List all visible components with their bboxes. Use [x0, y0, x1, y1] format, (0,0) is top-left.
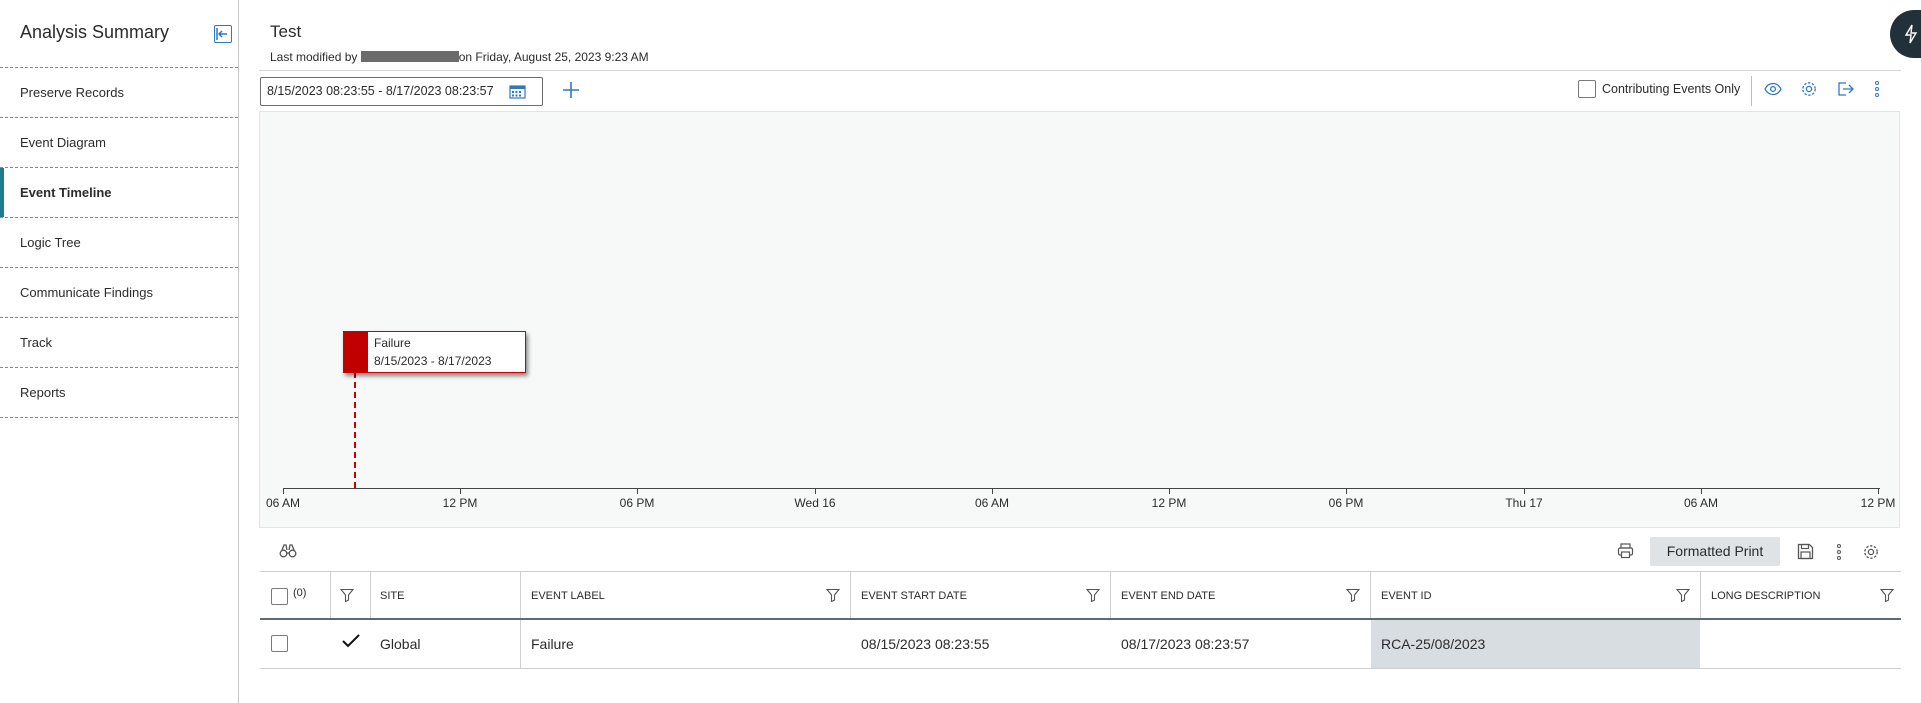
formatted-print-button[interactable]: Formatted Print	[1650, 537, 1780, 566]
date-range-input[interactable]: 8/15/2023 08:23:55 - 8/17/2023 08:23:57	[260, 77, 543, 106]
sidebar-item-preserve-records[interactable]: Preserve Records	[0, 68, 238, 118]
timeline-tick-label: 12 PM	[1151, 496, 1187, 510]
print-icon[interactable]	[1617, 543, 1634, 564]
sidebar-item-event-diagram[interactable]: Event Diagram	[0, 118, 238, 168]
page-title: Test	[270, 22, 302, 41]
header-divider	[259, 70, 1901, 71]
event-marker-line	[354, 372, 356, 488]
bolt-icon	[1904, 24, 1918, 44]
grid-settings-icon[interactable]	[1862, 543, 1880, 566]
timeline-tick-label: Thu 17	[1505, 496, 1543, 510]
sidebar: Analysis Summary Preserve Records Event …	[0, 0, 239, 703]
timeline-tick	[283, 488, 284, 494]
eye-icon[interactable]	[1764, 80, 1782, 98]
timeline-tick-label: 06 AM	[974, 496, 1010, 510]
cell-end-date: 08/17/2023 08:23:57	[1121, 636, 1250, 652]
col-header-event-end-date[interactable]: EVENT END DATE	[1121, 590, 1215, 602]
gear-icon[interactable]	[1800, 80, 1818, 98]
timeline-tick	[460, 488, 461, 494]
checkmark-icon	[342, 633, 360, 654]
toolbar-divider	[1751, 76, 1752, 106]
table-row[interactable]: Global Failure 08/15/2023 08:23:55 08/17…	[260, 620, 1901, 669]
event-card-failure[interactable]: Failure 8/15/2023 - 8/17/2023	[343, 331, 526, 373]
timeline-tick	[1524, 488, 1525, 494]
col-header-long-description[interactable]: LONG DESCRIPTION	[1711, 590, 1820, 602]
filter-end-date-icon[interactable]	[1345, 588, 1361, 607]
timeline-tick-label: 06 PM	[619, 496, 655, 510]
cell-start-date: 08/15/2023 08:23:55	[861, 636, 990, 652]
events-grid: (0) SITE EVENT LABEL EVENT START DATE EV…	[260, 571, 1901, 669]
col-header-site[interactable]: SITE	[380, 590, 404, 602]
row-checkbox[interactable]	[271, 635, 288, 652]
cell-event-label: Failure	[531, 636, 574, 652]
filter-event-label-icon[interactable]	[825, 588, 841, 607]
sidebar-item-track[interactable]: Track	[0, 318, 238, 368]
cell-site: Global	[380, 636, 421, 652]
timeline-tick	[815, 488, 816, 494]
contributing-events-checkbox[interactable]	[1578, 80, 1596, 98]
export-icon[interactable]	[1836, 80, 1854, 98]
last-modified-text: Last modified by on Friday, August 25, 2…	[270, 50, 649, 64]
contributing-events-toggle[interactable]: Contributing Events Only	[1578, 79, 1740, 99]
grid-header-row: (0) SITE EVENT LABEL EVENT START DATE EV…	[260, 571, 1901, 620]
event-range: 8/15/2023 - 8/17/2023	[374, 354, 492, 368]
sidebar-item-reports[interactable]: Reports	[0, 368, 238, 418]
timeline-tick-label: 06 AM	[1683, 496, 1719, 510]
timeline-tick-label: Wed 16	[794, 496, 836, 510]
assistant-fab[interactable]	[1890, 10, 1921, 58]
sidebar-title: Analysis Summary	[20, 22, 170, 42]
redacted-user	[360, 51, 459, 62]
filter-event-id-icon[interactable]	[1675, 588, 1691, 607]
sidebar-item-logic-tree[interactable]: Logic Tree	[0, 218, 238, 268]
col-header-event-id[interactable]: EVENT ID	[1381, 590, 1432, 602]
timeline-tick	[1878, 488, 1879, 494]
timeline-tick-label: 12 PM	[1860, 496, 1896, 510]
event-label: Failure	[374, 336, 411, 350]
timeline-axis	[283, 488, 1880, 489]
col-header-event-label[interactable]: EVENT LABEL	[531, 590, 605, 602]
select-all-checkbox[interactable]	[271, 588, 288, 605]
grid-more-options-icon[interactable]	[1836, 543, 1842, 566]
timeline-tick-label: 06 PM	[1328, 496, 1364, 510]
calendar-icon[interactable]	[509, 84, 526, 102]
col-header-event-start-date[interactable]: EVENT START DATE	[861, 590, 967, 602]
event-flag	[344, 332, 368, 372]
selected-count: (0)	[293, 587, 307, 599]
timeline-tick	[637, 488, 638, 494]
filter-start-date-icon[interactable]	[1085, 588, 1101, 607]
binoculars-icon[interactable]	[279, 543, 297, 564]
timeline-tick-label: 06 AM	[265, 496, 301, 510]
row-filter-icon[interactable]	[339, 588, 355, 607]
sidebar-item-event-timeline[interactable]: Event Timeline	[0, 168, 238, 218]
collapse-sidebar-icon[interactable]	[214, 25, 232, 43]
sidebar-header: Analysis Summary	[0, 0, 238, 68]
timeline-tick	[1701, 488, 1702, 494]
event-timeline-chart[interactable]	[259, 111, 1900, 528]
timeline-tick	[992, 488, 993, 494]
more-options-icon[interactable]	[1874, 80, 1892, 98]
timeline-tick-label: 12 PM	[442, 496, 478, 510]
sidebar-item-communicate-findings[interactable]: Communicate Findings	[0, 268, 238, 318]
save-icon[interactable]	[1797, 543, 1814, 565]
cell-event-id: RCA-25/08/2023	[1381, 636, 1486, 652]
add-event-icon[interactable]	[560, 79, 582, 101]
timeline-tick	[1169, 488, 1170, 494]
timeline-tick	[1346, 488, 1347, 494]
filter-long-description-icon[interactable]	[1879, 588, 1895, 607]
